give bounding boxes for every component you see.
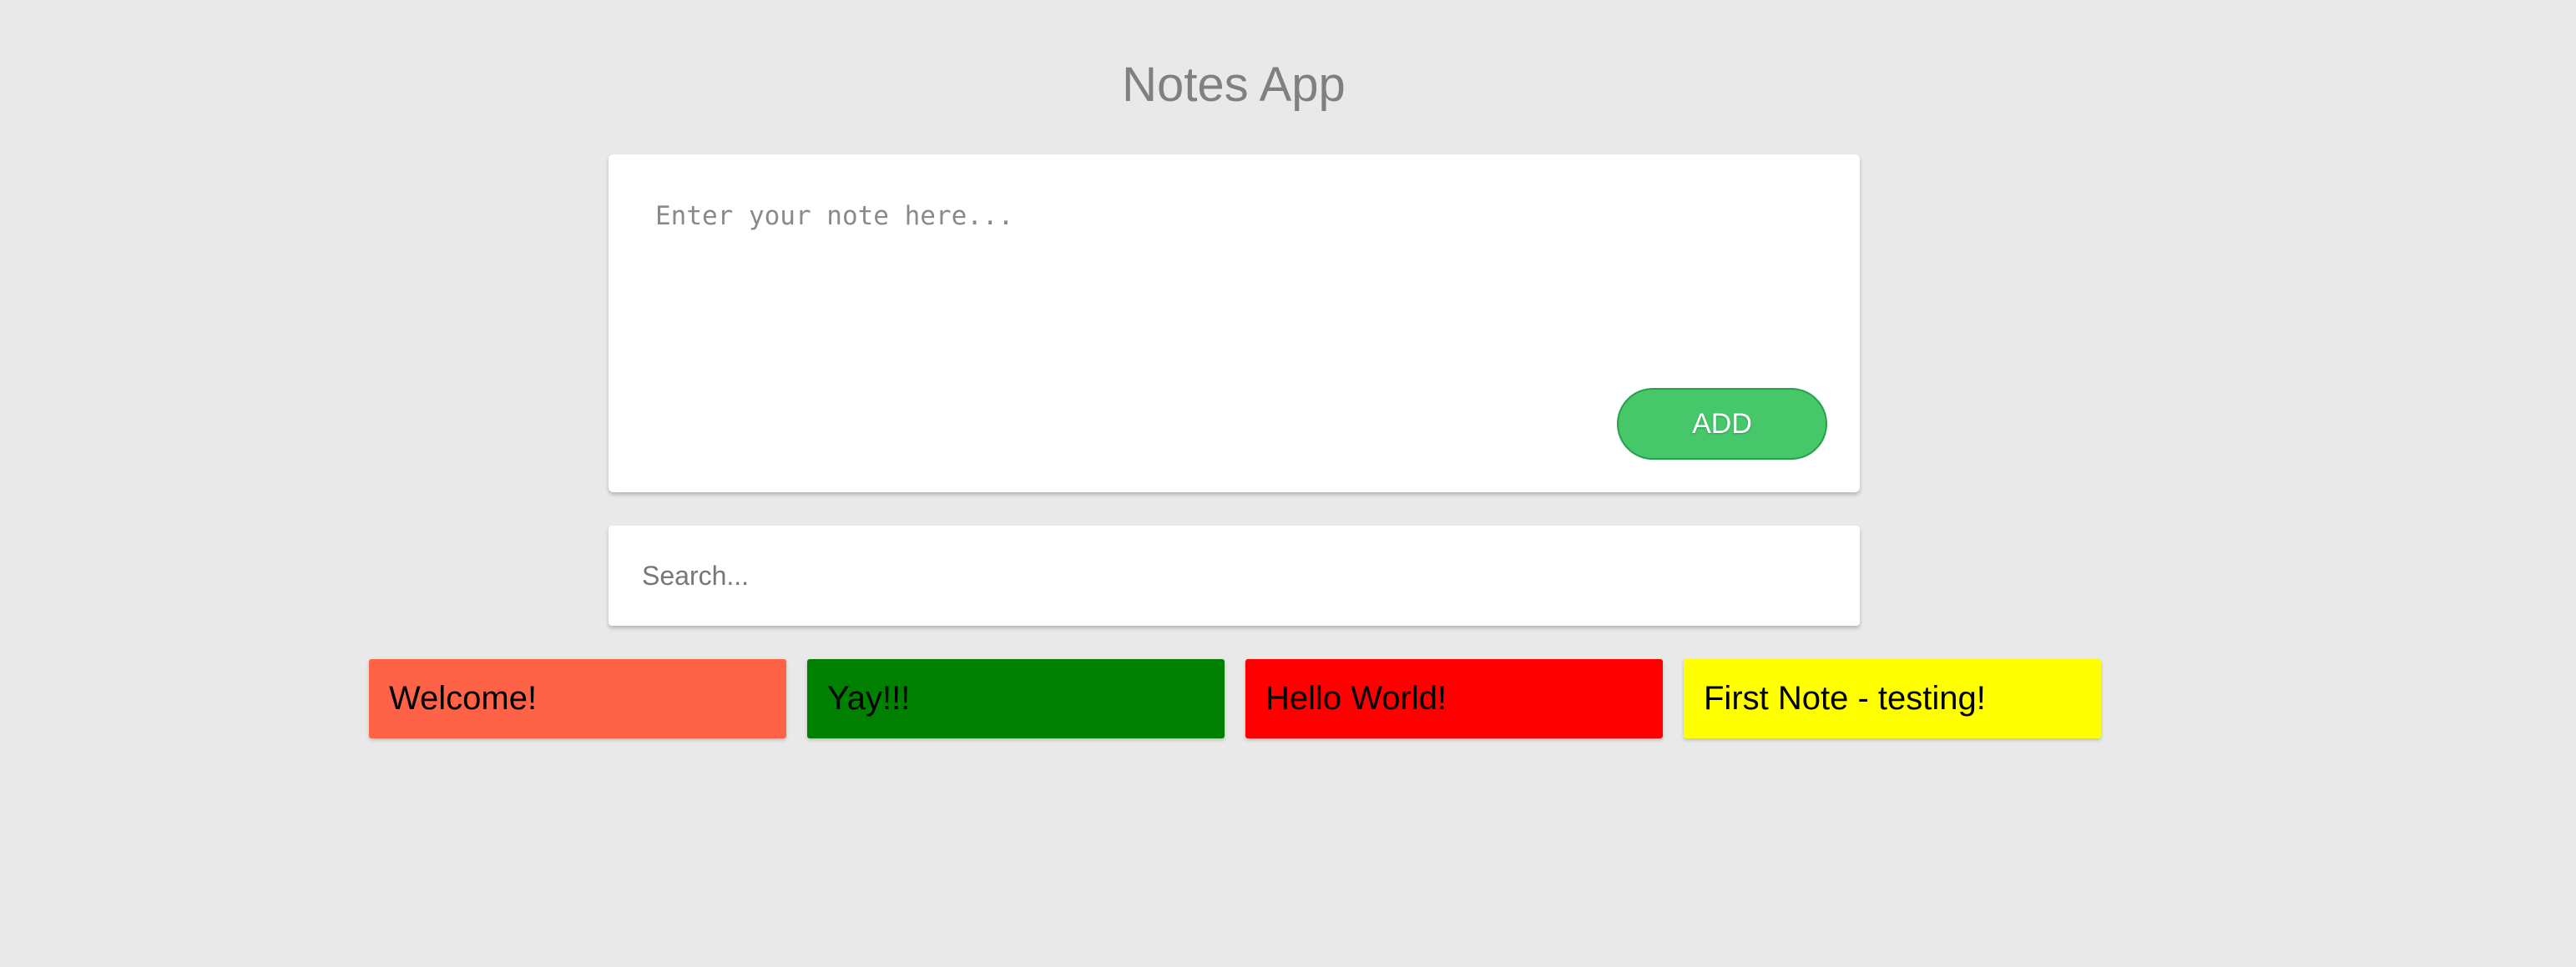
note-card[interactable]: First Note - testing! <box>1684 659 2101 738</box>
note-card[interactable]: Yay!!! <box>807 659 1225 738</box>
note-text: Hello World! <box>1265 680 1447 717</box>
note-card[interactable]: Hello World! <box>1245 659 1663 738</box>
note-text: Yay!!! <box>827 680 911 717</box>
note-text: First Note - testing! <box>1704 680 1986 717</box>
note-input[interactable] <box>655 201 1807 368</box>
search-input[interactable] <box>642 526 1827 626</box>
note-editor: ADD <box>609 154 1860 612</box>
search-box <box>609 526 1860 626</box>
add-button[interactable]: ADD <box>1617 388 1827 460</box>
note-card[interactable]: Welcome! <box>369 659 786 738</box>
page-title: Notes App <box>1122 58 1346 112</box>
note-text: Welcome! <box>389 680 538 717</box>
